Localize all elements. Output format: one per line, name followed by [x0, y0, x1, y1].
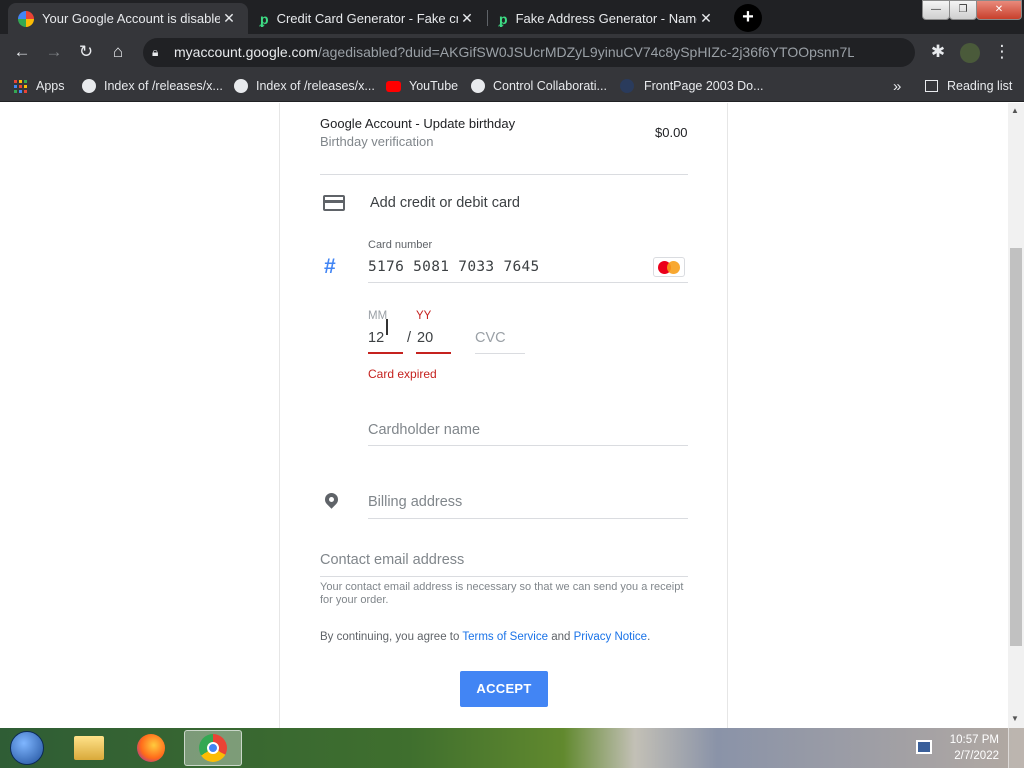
globe-icon [471, 79, 485, 93]
item-title: Google Account - Update birthday [320, 116, 516, 131]
reload-icon[interactable]: ↻ [74, 40, 98, 64]
extensions-icon[interactable]: ✱ [926, 40, 950, 64]
scroll-up-icon[interactable]: ▲ [1011, 106, 1019, 115]
cardholder-name-input[interactable]: Cardholder name [368, 422, 480, 438]
add-card-label: Add credit or debit card [370, 195, 520, 211]
browser-tab-strip: Your Google Account is disabled ✕ ᵱ Cred… [0, 0, 1024, 34]
maximize-button[interactable]: ❐ [949, 0, 977, 20]
mm-label: MM [368, 310, 388, 322]
windows-taskbar: 10:57 PM 2/7/2022 [0, 728, 1024, 768]
firefox-icon [137, 734, 165, 762]
accept-button[interactable]: ACCEPT [460, 671, 548, 707]
youtube-icon [386, 80, 401, 92]
tab-title: Credit Card Generator - Fake cre [276, 11, 458, 26]
card-number-input[interactable]: 5176 5081 7033 7645 [368, 259, 540, 275]
globe-icon [82, 79, 96, 93]
profile-avatar[interactable] [958, 40, 982, 64]
expiry-year-input[interactable]: 20 [417, 330, 433, 346]
close-tab-icon[interactable]: ✕ [220, 10, 238, 27]
bookmarks-bar: Apps Index of /releases/x... Index of /r… [0, 70, 1024, 102]
clock-date[interactable]: 2/7/2022 [949, 750, 999, 762]
show-desktop-button[interactable] [1008, 728, 1024, 768]
minimize-button[interactable]: — [922, 0, 950, 20]
globe-icon [234, 79, 248, 93]
terms-of-service-link[interactable]: Terms of Service [462, 631, 548, 643]
start-button[interactable] [4, 730, 50, 766]
frontpage-icon [620, 79, 634, 93]
card-number-label: Card number [368, 239, 433, 251]
billing-underline [368, 518, 688, 519]
card-number-underline [368, 282, 688, 283]
home-icon[interactable]: ⌂ [106, 40, 130, 64]
close-tab-icon[interactable]: ✕ [458, 10, 476, 27]
date-separator: / [407, 330, 412, 346]
expiry-month-input[interactable]: 12 [368, 330, 384, 346]
network-icon[interactable] [916, 740, 932, 754]
chrome-icon [199, 734, 227, 762]
window-close-button[interactable]: ✕ [976, 0, 1022, 20]
contact-email-help: Your contact email address is necessary … [320, 581, 684, 606]
forward-icon[interactable]: → [42, 40, 66, 64]
bookmarks-overflow-icon[interactable]: » [893, 77, 901, 95]
reading-list-icon [925, 80, 938, 92]
menu-icon[interactable]: ⋮ [990, 40, 1014, 64]
google-icon [18, 10, 34, 27]
tab-separator [487, 10, 488, 26]
yy-label: YY [416, 310, 432, 322]
bookmark-control-collaboration[interactable]: Control Collaborati... [471, 77, 607, 95]
file-explorer-taskbar-button[interactable] [66, 730, 112, 766]
divider [320, 174, 688, 175]
billing-address-input[interactable]: Billing address [368, 494, 462, 510]
month-underline-error [368, 352, 403, 354]
bookmark-apps[interactable]: Apps [14, 77, 65, 95]
card-error-message: Card expired [368, 367, 437, 381]
scroll-down-icon[interactable]: ▼ [1011, 714, 1019, 723]
contact-email-input[interactable]: Contact email address [320, 552, 464, 568]
terms-text: By continuing, you agree to Terms of Ser… [320, 631, 651, 643]
back-icon[interactable]: ← [10, 40, 34, 64]
bookmark-index-releases-1[interactable]: Index of /releases/x... [82, 77, 223, 95]
tab-google-account[interactable]: Your Google Account is disabled ✕ [8, 3, 248, 34]
privacy-notice-link[interactable]: Privacy Notice [574, 631, 648, 643]
url-text[interactable]: myaccount.google.com/agedisabled?duid=AK… [174, 44, 854, 60]
cvc-underline [475, 353, 525, 354]
apps-grid-icon [14, 79, 27, 93]
tab-title: Your Google Account is disabled [42, 11, 220, 26]
cvc-input[interactable]: CVC [475, 330, 506, 346]
site-favicon-icon: ᵱ [260, 10, 269, 27]
scrollbar-thumb[interactable] [1010, 248, 1022, 646]
year-underline-error [416, 352, 451, 354]
windows-logo-icon [10, 731, 44, 765]
close-tab-icon[interactable]: ✕ [697, 10, 715, 27]
item-price: $0.00 [655, 125, 688, 140]
mastercard-icon [653, 257, 685, 277]
tab-fake-address-generator[interactable]: ᵱ Fake Address Generator - Name, ✕ [489, 3, 725, 34]
tab-credit-card-generator[interactable]: ᵱ Credit Card Generator - Fake cre ✕ [250, 3, 486, 34]
checkout-card: Google Account - Update birthday Birthda… [279, 103, 728, 728]
page-content: Google Account - Update birthday Birthda… [0, 103, 1008, 728]
item-subtitle: Birthday verification [320, 134, 434, 149]
credit-card-icon [323, 195, 345, 211]
bookmark-youtube[interactable]: YouTube [386, 77, 458, 95]
bookmark-index-releases-2[interactable]: Index of /releases/x... [234, 77, 375, 95]
cardholder-underline [368, 445, 688, 446]
location-pin-icon [322, 490, 341, 509]
lock-icon[interactable]: 🔒︎ [152, 45, 158, 60]
text-cursor-icon [386, 319, 388, 335]
chrome-taskbar-button[interactable] [184, 730, 242, 766]
hash-icon: # [324, 255, 336, 278]
bookmark-frontpage[interactable]: FrontPage 2003 Do... [620, 77, 764, 95]
firefox-taskbar-button[interactable] [128, 730, 174, 766]
contact-email-underline [320, 576, 688, 577]
folder-icon [74, 736, 104, 760]
reading-list-button[interactable]: Reading list [925, 77, 1012, 95]
clock-time[interactable]: 10:57 PM [949, 734, 999, 746]
tab-title: Fake Address Generator - Name, [515, 11, 697, 26]
site-favicon-icon: ᵱ [499, 10, 508, 27]
new-tab-button[interactable]: + [734, 4, 762, 32]
